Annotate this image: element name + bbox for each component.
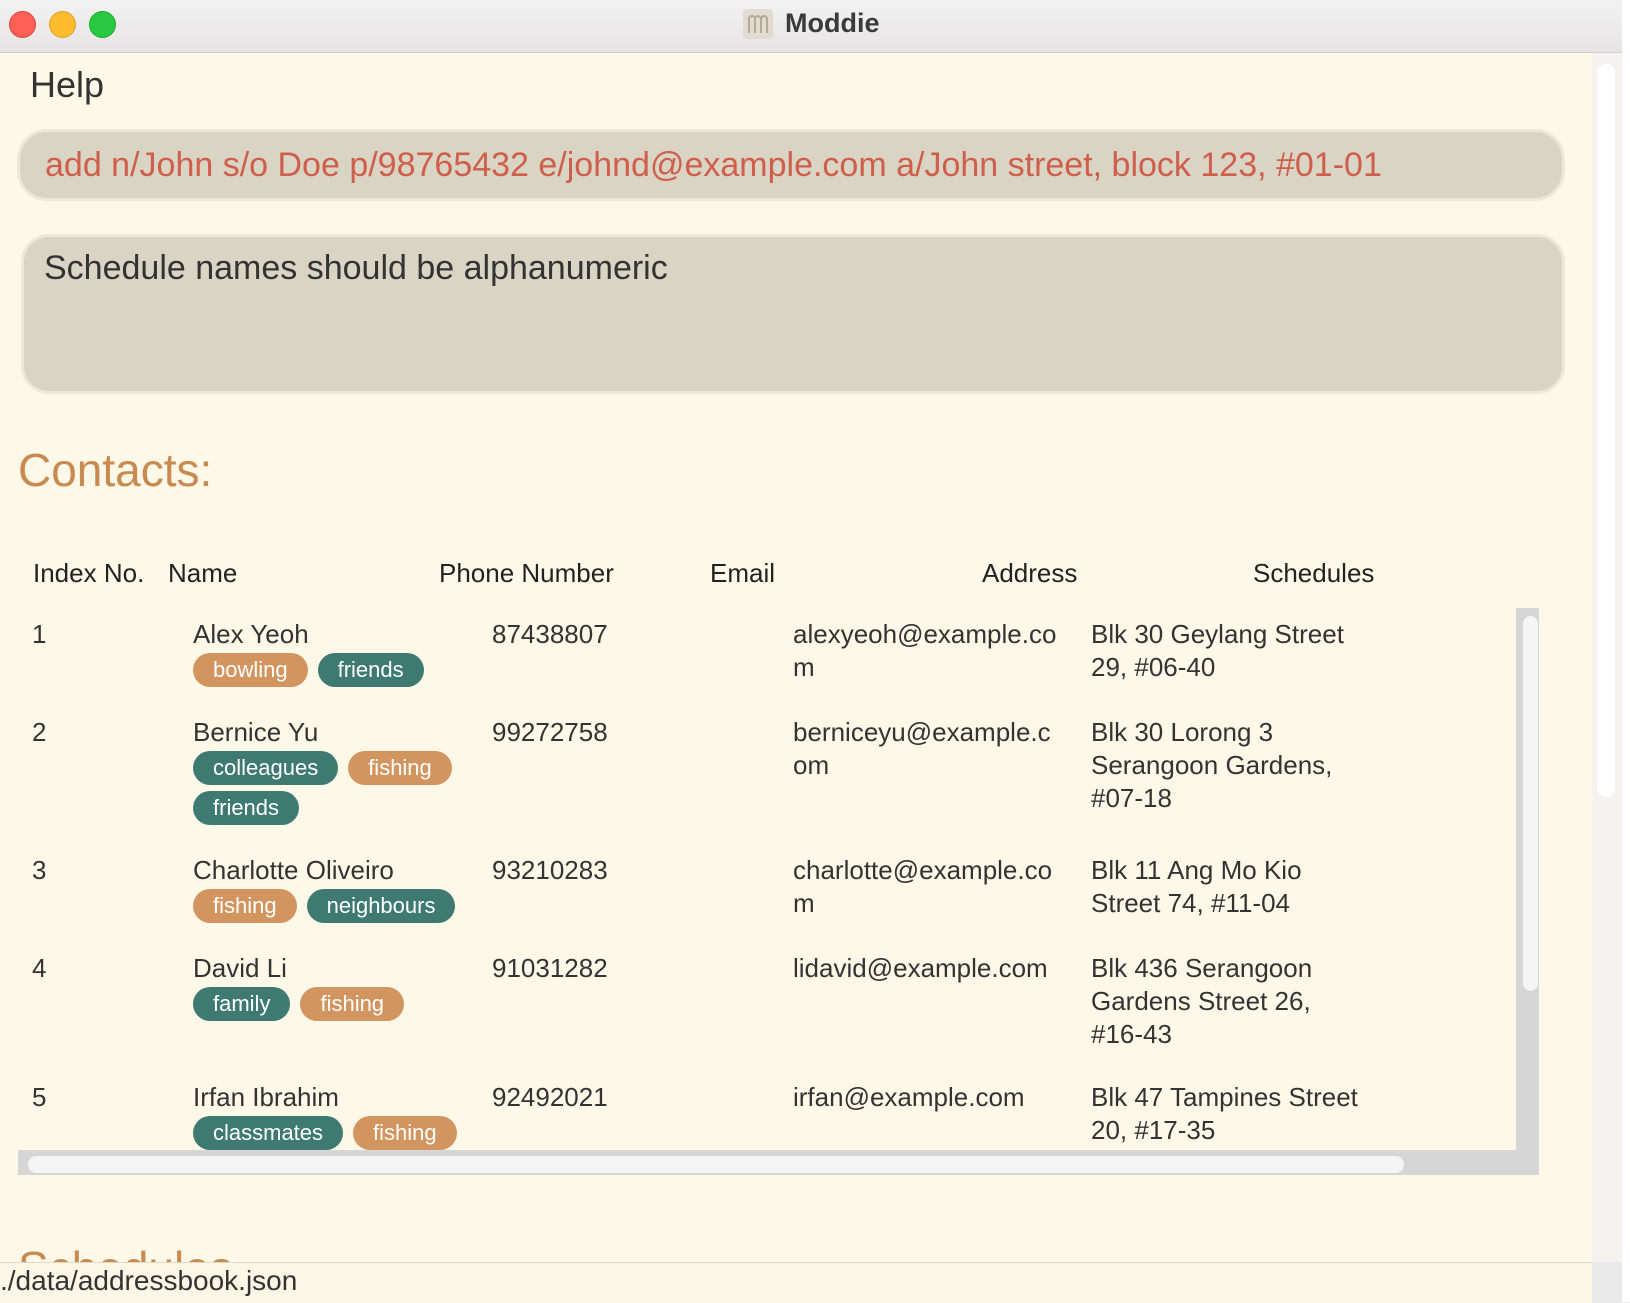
contact-phone: 92492021	[492, 1082, 608, 1112]
contact-name: Irfan Ibrahim	[193, 1082, 339, 1112]
contact-index: 4	[32, 953, 47, 983]
command-input-box[interactable]: add n/John s/o Doe p/98765432 e/johnd@ex…	[17, 129, 1565, 201]
tag: friends	[193, 791, 300, 825]
tag: fishing	[348, 751, 452, 785]
column-header-schedules: Schedules	[1253, 558, 1375, 588]
tag: bowling	[193, 653, 308, 687]
contact-index: 3	[32, 855, 47, 885]
contact-list-vertical-scroll-thumb[interactable]	[1523, 616, 1538, 991]
tag: fishing	[193, 889, 297, 923]
result-display: Schedule names should be alphanumeric	[21, 234, 1565, 394]
contact-address: Blk 47 Tampines Street 20, #17-35	[1091, 1082, 1358, 1145]
contact-email: irfan@example.com	[793, 1082, 1025, 1112]
contact-name: Alex Yeoh	[193, 619, 309, 649]
help-menu[interactable]: Help	[30, 64, 104, 106]
contact-phone: 99272758	[492, 717, 608, 747]
column-header-email: Email	[710, 558, 776, 588]
contact-phone: 93210283	[492, 855, 608, 885]
contact-phone: 87438807	[492, 619, 608, 649]
background-window-edge	[1622, 0, 1630, 1302]
contact-name: Bernice Yu	[193, 717, 319, 747]
tag-list: colleagues fishing friends	[193, 751, 483, 831]
contact-email: alexyeoh@example.com	[793, 619, 1057, 682]
contact-email: charlotte@example.com	[793, 855, 1053, 918]
tag-list: bowling friends	[193, 653, 483, 693]
contact-index: 5	[32, 1082, 47, 1112]
contact-address: Blk 436 Serangoon Gardens Street 26, #16…	[1091, 953, 1313, 1049]
contact-email: lidavid@example.com	[793, 953, 1048, 983]
tag: fishing	[300, 987, 405, 1021]
result-message: Schedule names should be alphanumeric	[44, 249, 668, 287]
contact-phone: 91031282	[492, 953, 608, 983]
tag: neighbours	[306, 889, 456, 923]
contact-address: Blk 11 Ang Mo Kio Street 74, #11-04	[1091, 855, 1302, 918]
contact-address: Blk 30 Geylang Street 29, #06-40	[1091, 619, 1344, 682]
contact-address: Blk 30 Lorong 3 Serangoon Gardens, #07-1…	[1091, 717, 1333, 813]
title-bar: Moddie	[0, 0, 1622, 53]
data-file-path: ./data/addressbook.json	[0, 1265, 298, 1296]
command-input[interactable]: add n/John s/o Doe p/98765432 e/johnd@ex…	[45, 146, 1382, 185]
tag-list: fishing neighbours	[193, 889, 483, 929]
contact-name: David Li	[193, 953, 287, 983]
window-title: Moddie	[784, 8, 880, 38]
column-header-phone: Phone Number	[439, 558, 614, 588]
tag: friends	[317, 653, 424, 687]
tag: classmates	[193, 1116, 344, 1150]
main-window: Help add n/John s/o Doe p/98765432 e/joh…	[0, 53, 1592, 1262]
contact-list-horizontal-scroll-thumb[interactable]	[28, 1156, 1404, 1173]
column-header-address: Address	[982, 558, 1078, 588]
contacts-heading: Contacts:	[18, 444, 213, 496]
tag: fishing	[353, 1116, 457, 1150]
contact-email: berniceyu@example.com	[793, 717, 1051, 780]
contact-index: 2	[32, 717, 47, 747]
contact-index: 1	[32, 619, 47, 649]
column-header-index: Index No.	[33, 558, 145, 588]
tag: family	[193, 987, 291, 1021]
main-vertical-scroll-thumb[interactable]	[1597, 64, 1615, 797]
tag: colleagues	[193, 751, 339, 785]
column-header-name: Name	[168, 558, 238, 588]
contact-list[interactable]: 1 Alex Yeoh 87438807 alexyeoh@example.co…	[18, 608, 1538, 1150]
status-bar: ./data/addressbook.json	[0, 1262, 1592, 1303]
contact-name: Charlotte Oliveiro	[193, 855, 394, 885]
schedules-heading: Schedules	[18, 1241, 233, 1262]
tag-list: classmates fishing	[193, 1116, 483, 1150]
tag-list: family fishing	[193, 987, 483, 1027]
moddie-app-icon	[742, 8, 773, 39]
